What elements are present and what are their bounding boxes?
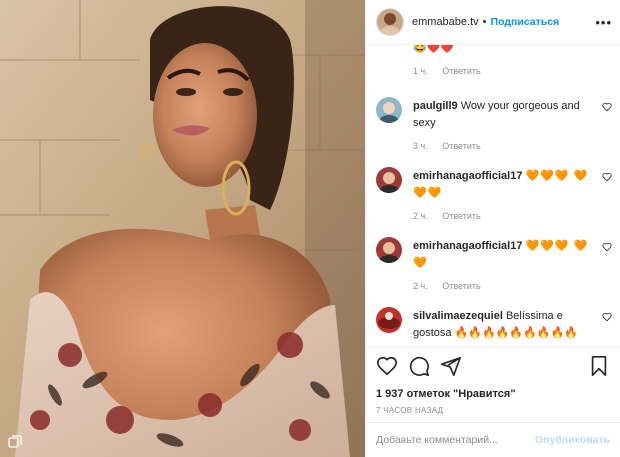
post-actions bbox=[366, 347, 620, 384]
share-icon[interactable] bbox=[440, 355, 462, 377]
comment-like-heart-icon[interactable] bbox=[602, 102, 612, 112]
comment-time: 2 ч. bbox=[413, 281, 428, 291]
more-horizontal-icon[interactable]: ••• bbox=[595, 15, 612, 30]
comment-body: silvalimaezequiel Belíssima e gostosa 🔥🔥… bbox=[413, 307, 596, 342]
post-photo[interactable] bbox=[0, 0, 365, 457]
commenter-avatar[interactable] bbox=[376, 167, 402, 193]
post-photo-illustration bbox=[0, 0, 365, 457]
multiple-photos-icon bbox=[8, 435, 22, 448]
commenter-avatar[interactable] bbox=[376, 97, 402, 123]
reply-button[interactable]: Ответить bbox=[442, 66, 480, 76]
comment-username[interactable]: emirhanagaofficial17 bbox=[413, 240, 522, 252]
post-header: emmababe.tv • Подписаться ••• bbox=[366, 0, 620, 45]
reply-button[interactable]: Ответить bbox=[442, 281, 480, 291]
comment-meta: 2 ч. Ответить bbox=[413, 278, 596, 295]
comments-list: 😂❤️❤️ 1 ч. Ответить paulgill9 Wow your g… bbox=[366, 45, 620, 347]
comment-item: paulgill9 Wow your gorgeous and sexy 3 ч… bbox=[376, 97, 612, 155]
reply-button[interactable]: Ответить bbox=[442, 141, 480, 151]
comment-item: emirhanagaofficial17 🧡🧡🧡 🧡🧡🧡 2 ч. Ответи… bbox=[376, 167, 612, 225]
comment-body: emirhanagaofficial17 🧡🧡🧡 🧡🧡🧡 2 ч. Ответи… bbox=[413, 167, 596, 225]
comment-meta: 2 ч. Ответить bbox=[413, 208, 596, 225]
comment-time: 3 ч. bbox=[413, 141, 428, 151]
comment-like-heart-icon[interactable] bbox=[602, 242, 612, 252]
comment-meta: 1 ч. Ответить bbox=[413, 63, 612, 80]
commenter-avatar[interactable] bbox=[376, 307, 402, 333]
reply-button[interactable]: Ответить bbox=[442, 211, 480, 221]
comment-time: 2 ч. bbox=[413, 211, 428, 221]
author-avatar[interactable] bbox=[376, 8, 404, 36]
comment-time: 1 ч. bbox=[413, 66, 428, 76]
commenter-avatar[interactable] bbox=[376, 237, 402, 263]
add-comment-bar: Опубликовать bbox=[366, 422, 620, 457]
comment-username[interactable]: emirhanagaofficial17 bbox=[413, 170, 522, 182]
comment-text: 😂❤️❤️ bbox=[413, 45, 455, 54]
comment-like-heart-icon[interactable] bbox=[602, 172, 612, 182]
comment-like-heart-icon[interactable] bbox=[602, 312, 612, 322]
comment-username[interactable]: silvalimaezequiel bbox=[413, 310, 503, 322]
post-sidebar: emmababe.tv • Подписаться ••• 😂❤️❤️ 1 ч.… bbox=[365, 0, 620, 457]
likes-count[interactable]: 1 937 отметок "Нравится" bbox=[366, 384, 620, 404]
comment-body: 😂❤️❤️ 1 ч. Ответить bbox=[413, 45, 612, 80]
comment-body: emirhanagaofficial17 🧡🧡🧡 🧡🧡 2 ч. Ответит… bbox=[413, 237, 596, 295]
separator-dot: • bbox=[482, 16, 487, 28]
author-username[interactable]: emmababe.tv bbox=[412, 16, 479, 28]
comment-body: paulgill9 Wow your gorgeous and sexy 3 ч… bbox=[413, 97, 596, 155]
comment-username[interactable]: paulgill9 bbox=[413, 100, 458, 112]
posted-time: 7 ЧАСОВ НАЗАД bbox=[376, 406, 444, 415]
heart-icon[interactable] bbox=[376, 355, 398, 377]
bookmark-icon[interactable] bbox=[588, 355, 610, 377]
comment-icon[interactable] bbox=[408, 355, 430, 377]
comment-item: 😂❤️❤️ 1 ч. Ответить bbox=[376, 45, 612, 80]
publish-button[interactable]: Опубликовать bbox=[535, 434, 610, 446]
comment-meta: 3 ч. Ответить bbox=[413, 138, 596, 155]
comment-item: silvalimaezequiel Belíssima e gostosa 🔥🔥… bbox=[376, 307, 612, 342]
comment-input[interactable] bbox=[376, 434, 536, 446]
follow-button[interactable]: Подписаться bbox=[491, 16, 560, 28]
instagram-post: emmababe.tv • Подписаться ••• 😂❤️❤️ 1 ч.… bbox=[0, 0, 620, 457]
comment-item: emirhanagaofficial17 🧡🧡🧡 🧡🧡 2 ч. Ответит… bbox=[376, 237, 612, 295]
